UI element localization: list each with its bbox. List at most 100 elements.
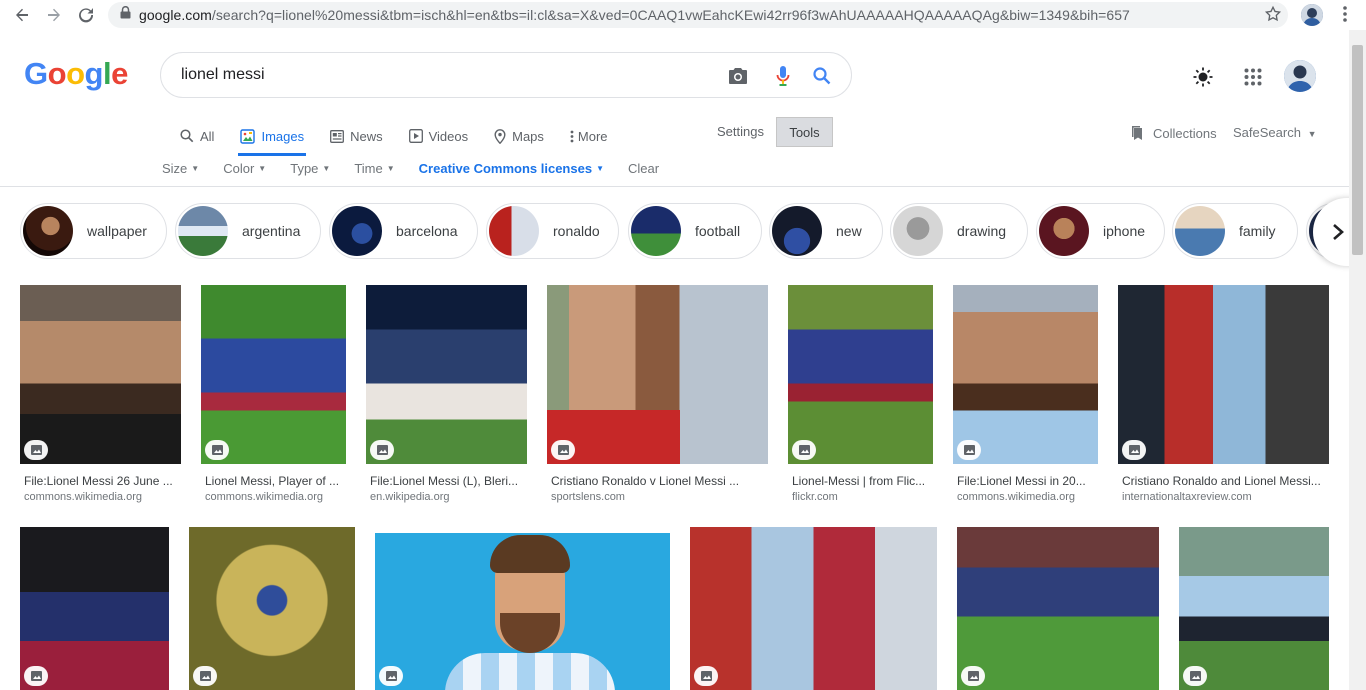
related-searches: wallpaper argentina barcelona ronaldo fo…	[20, 203, 1330, 259]
filter-usage-rights[interactable]: Creative Commons licenses ▼	[419, 161, 604, 176]
result-source: sportslens.com	[551, 491, 625, 503]
tab-more[interactable]: More	[570, 120, 608, 152]
more-vert-icon	[570, 130, 574, 143]
safesearch-dropdown[interactable]: SafeSearch ▼	[1233, 125, 1316, 140]
account-avatar[interactable]	[1284, 60, 1316, 92]
filter-size[interactable]: Size ▼	[162, 161, 199, 176]
chip-family[interactable]: family	[1172, 203, 1298, 259]
result-thumbnail	[366, 285, 527, 464]
image-result[interactable]	[1179, 527, 1329, 690]
map-pin-icon	[494, 128, 506, 144]
more-vert-icon[interactable]	[1337, 5, 1353, 28]
chip-thumbnail	[1175, 206, 1225, 256]
image-result[interactable]	[20, 527, 169, 690]
search-icon[interactable]	[811, 65, 833, 87]
chip-football[interactable]: football	[628, 203, 762, 259]
image-type-icon	[370, 440, 394, 460]
filter-time[interactable]: Time ▼	[354, 161, 394, 176]
image-result[interactable]: File:Lionel Messi in 20... commons.wikim…	[953, 285, 1098, 503]
result-title: Lionel Messi, Player of ...	[205, 474, 340, 488]
scrollbar-thumb[interactable]	[1352, 45, 1363, 255]
bookmark-star-icon[interactable]	[1264, 5, 1282, 28]
filter-color[interactable]: Color ▼	[223, 161, 266, 176]
result-title: Cristiano Ronaldo and Lionel Messi...	[1122, 474, 1321, 488]
result-thumbnail	[20, 285, 181, 464]
tab-images[interactable]: Images	[238, 120, 306, 156]
result-thumbnail	[788, 285, 933, 464]
image-type-icon	[24, 440, 48, 460]
chip-label: drawing	[957, 223, 1007, 239]
result-thumbnail	[957, 527, 1159, 690]
camera-icon[interactable]	[727, 65, 749, 87]
image-type-icon	[957, 440, 981, 460]
collections-link[interactable]: Collections	[1131, 125, 1217, 141]
caret-down-icon: ▼	[258, 163, 267, 173]
google-logo[interactable]: Google	[24, 56, 128, 92]
forward-icon[interactable]	[44, 5, 64, 25]
chip-wallpaper[interactable]: wallpaper	[20, 203, 167, 259]
filter-type[interactable]: Type ▼	[290, 161, 330, 176]
image-result[interactable]: Cristiano Ronaldo and Lionel Messi... in…	[1118, 285, 1329, 503]
result-source: internationaltaxreview.com	[1122, 491, 1252, 503]
chip-label: new	[836, 223, 862, 239]
caret-down-icon: ▼	[386, 163, 395, 173]
result-thumbnail	[189, 527, 355, 690]
image-result[interactable]: Lionel-Messi | from Flic... flickr.com	[788, 285, 933, 503]
tools-button[interactable]: Tools	[776, 117, 833, 147]
image-type-icon	[551, 440, 575, 460]
search-input[interactable]	[181, 66, 701, 84]
chip-drawing[interactable]: drawing	[890, 203, 1028, 259]
chip-ronaldo[interactable]: ronaldo	[486, 203, 619, 259]
address-bar[interactable]: google.com/search?q=lionel%20messi&tbm=i…	[108, 2, 1288, 28]
tab-maps[interactable]: Maps	[494, 120, 544, 152]
settings-link[interactable]: Settings	[717, 124, 764, 139]
tab-images-label: Images	[261, 128, 305, 144]
reload-icon[interactable]	[76, 5, 96, 25]
image-type-icon	[24, 666, 48, 686]
tab-news[interactable]: News	[330, 120, 383, 152]
image-result[interactable]: Cristiano Ronaldo v Lionel Messi ... spo…	[547, 285, 768, 503]
result-thumbnail	[1118, 285, 1329, 464]
image-result[interactable]: File:Lionel Messi 26 June ... commons.wi…	[20, 285, 181, 503]
chip-barcelona[interactable]: barcelona	[329, 203, 478, 259]
url-path: /search?q=lionel%20messi&tbm=isch&hl=en&…	[211, 7, 1130, 23]
profile-avatar[interactable]	[1301, 4, 1323, 26]
tab-videos-label: Videos	[428, 128, 469, 144]
image-type-icon	[1122, 440, 1146, 460]
chip-thumbnail	[332, 206, 382, 256]
chip-label: football	[695, 223, 741, 239]
caret-down-icon: ▼	[191, 163, 200, 173]
filter-clear[interactable]: Clear	[628, 161, 659, 176]
back-icon[interactable]	[12, 5, 32, 25]
chip-thumbnail	[772, 206, 822, 256]
tab-more-label: More	[577, 128, 608, 144]
chip-iphone[interactable]: iphone	[1036, 203, 1165, 259]
collections-label: Collections	[1153, 125, 1217, 141]
image-result[interactable]	[690, 527, 937, 690]
brightness-icon[interactable]	[1193, 67, 1213, 92]
drawing-shirt	[445, 653, 615, 690]
filter-size-label: Size	[162, 160, 188, 176]
news-icon	[330, 129, 345, 143]
image-result[interactable]: File:Lionel Messi (L), Bleri... en.wikip…	[366, 285, 527, 503]
image-result[interactable]: Lionel Messi, Player of ... commons.wiki…	[201, 285, 346, 503]
image-result[interactable]	[375, 533, 670, 690]
tool-filters: Size ▼ Color ▼ Type ▼ Time ▼ Creative Common…	[162, 160, 683, 176]
filter-time-label: Time	[354, 160, 383, 176]
image-result[interactable]	[189, 527, 355, 690]
search-header: Google All Images	[0, 30, 1366, 187]
chip-label: wallpaper	[87, 223, 147, 239]
chip-label: iphone	[1103, 223, 1146, 239]
drawing-beard	[500, 613, 560, 653]
tab-news-label: News	[350, 128, 383, 144]
chip-new[interactable]: new	[769, 203, 883, 259]
tab-videos[interactable]: Videos	[408, 120, 469, 152]
tab-all-label: All	[200, 128, 215, 144]
microphone-icon[interactable]	[772, 65, 794, 87]
image-result[interactable]	[957, 527, 1159, 690]
page-scrollbar[interactable]	[1349, 30, 1366, 690]
chip-argentina[interactable]: argentina	[175, 203, 321, 259]
apps-grid-icon[interactable]	[1244, 68, 1262, 91]
result-title: Cristiano Ronaldo v Lionel Messi ...	[551, 474, 740, 488]
tab-all[interactable]: All	[180, 120, 214, 152]
